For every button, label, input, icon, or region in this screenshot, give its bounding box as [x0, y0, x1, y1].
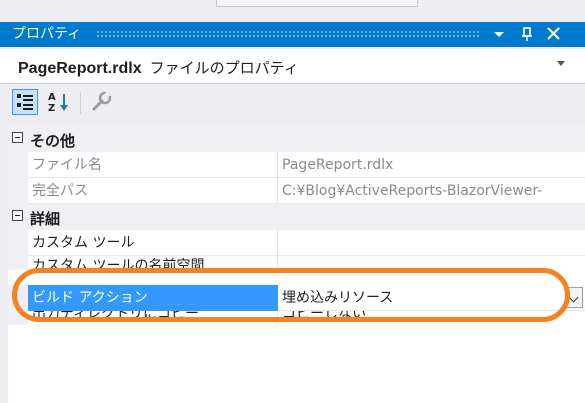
property-value: C:¥Blog¥ActiveReports-BlazorViewer-	[278, 178, 585, 204]
close-icon[interactable]	[543, 24, 565, 44]
property-row[interactable]: ファイル名 PageReport.rdlx	[8, 152, 585, 178]
property-row[interactable]: カスタム ツール	[8, 230, 585, 256]
dropdown-arrow-icon[interactable]	[488, 24, 510, 44]
toolbar: A Z	[0, 84, 585, 122]
property-value-combobox[interactable]: 埋め込みリソース	[278, 285, 585, 311]
row-gutter	[8, 230, 28, 256]
pin-icon[interactable]	[516, 24, 538, 44]
chevron-down-icon[interactable]	[565, 287, 583, 308]
object-name: PageReport.rdlx	[18, 60, 142, 77]
alphabetical-icon[interactable]: A Z	[46, 89, 72, 115]
property-value[interactable]	[278, 256, 585, 270]
toolbar-separator	[80, 92, 81, 114]
collapse-icon[interactable]	[12, 132, 23, 143]
property-row[interactable]: 完全パス C:¥Blog¥ActiveReports-BlazorViewer-	[8, 178, 585, 204]
title-bar: プロパティ	[0, 22, 585, 47]
category-label: その他	[30, 132, 76, 150]
property-row-selected[interactable]: ビルド アクション 埋め込みリソース	[8, 285, 585, 311]
property-grid: その他 ファイル名 PageReport.rdlx 完全パス C:¥Blog¥A…	[8, 126, 585, 403]
row-gutter	[8, 285, 28, 311]
property-name: 完全パス	[28, 178, 278, 204]
categorized-icon[interactable]	[12, 89, 38, 115]
object-type: ファイルのプロパティ	[149, 59, 299, 77]
property-value[interactable]: コピーしない	[278, 311, 585, 325]
property-value: PageReport.rdlx	[278, 152, 585, 178]
property-name: 出力ディレクトリにコピー	[28, 311, 278, 325]
row-gutter	[8, 256, 28, 270]
chevron-down-icon[interactable]	[557, 61, 565, 66]
category-row[interactable]: 詳細	[8, 204, 585, 230]
object-selector[interactable]: PageReport.rdlx ファイルのプロパティ	[0, 49, 585, 84]
property-pages-icon[interactable]	[88, 89, 114, 115]
property-name: カスタム ツール	[28, 230, 278, 256]
property-name: ファイル名	[28, 152, 278, 178]
property-name: カスタム ツールの名前空間	[28, 256, 278, 270]
property-name: ビルド アクション	[28, 285, 278, 311]
row-gutter	[8, 152, 28, 178]
property-row[interactable]: カスタム ツールの名前空間	[8, 256, 585, 270]
category-label: 詳細	[30, 210, 61, 228]
category-row[interactable]: その他	[8, 126, 585, 152]
collapse-icon[interactable]	[12, 210, 23, 221]
document-tab-edge	[216, 0, 418, 7]
svg-text:Z: Z	[48, 103, 55, 114]
row-gutter	[8, 178, 28, 204]
panel-title: プロパティ	[12, 26, 82, 42]
top-strip	[0, 0, 585, 22]
property-value[interactable]	[278, 230, 585, 256]
title-grip	[96, 30, 480, 38]
row-gutter	[8, 311, 28, 325]
svg-text:A: A	[48, 92, 56, 103]
property-row[interactable]: 出力ディレクトリにコピー コピーしない	[8, 311, 585, 325]
object-label: PageReport.rdlx ファイルのプロパティ	[18, 57, 299, 78]
combobox-value: 埋め込みリソース	[282, 290, 394, 306]
